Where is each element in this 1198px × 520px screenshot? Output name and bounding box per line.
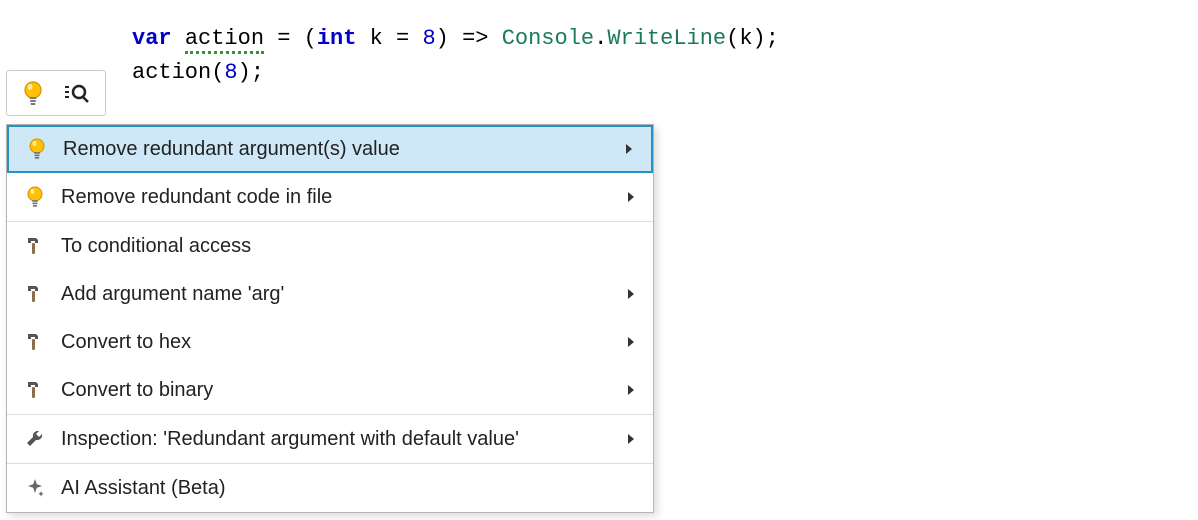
code-dot: . bbox=[594, 26, 607, 51]
menu-item-5[interactable]: Convert to binary bbox=[7, 366, 653, 414]
code-arg: k bbox=[739, 26, 752, 51]
hammer-icon bbox=[15, 283, 55, 305]
hammer-icon bbox=[15, 379, 55, 401]
bulb-yellow-icon bbox=[15, 185, 55, 209]
code-close2: ); bbox=[238, 60, 264, 85]
wrench-icon bbox=[15, 428, 55, 450]
chevron-right-icon bbox=[619, 190, 643, 204]
code-close: ); bbox=[753, 26, 779, 51]
hammer-icon bbox=[15, 235, 55, 257]
menu-item-6[interactable]: Inspection: 'Redundant argument with def… bbox=[7, 415, 653, 463]
literal-8: 8 bbox=[422, 26, 435, 51]
menu-item-7[interactable]: AI Assistant (Beta) bbox=[7, 464, 653, 512]
identifier-action2: action bbox=[132, 60, 211, 85]
find-icon bbox=[62, 81, 90, 105]
menu-item-label: To conditional access bbox=[55, 235, 643, 258]
hammer-icon bbox=[15, 331, 55, 353]
chevron-right-icon bbox=[619, 432, 643, 446]
quick-fix-indicator[interactable] bbox=[6, 70, 106, 116]
code-arrow: ) => bbox=[436, 26, 502, 51]
keyword-var: var bbox=[132, 26, 172, 51]
menu-item-1[interactable]: Remove redundant code in file bbox=[7, 173, 653, 221]
menu-item-label: Inspection: 'Redundant argument with def… bbox=[55, 428, 619, 451]
menu-item-label: Convert to hex bbox=[55, 331, 619, 354]
menu-item-label: AI Assistant (Beta) bbox=[55, 477, 643, 500]
context-menu: Remove redundant argument(s) value Remove… bbox=[6, 124, 654, 513]
menu-item-2[interactable]: To conditional access bbox=[7, 222, 653, 270]
sparkle-icon bbox=[15, 477, 55, 499]
menu-item-4[interactable]: Convert to hex bbox=[7, 318, 653, 366]
type-console: Console bbox=[502, 26, 594, 51]
code-editor[interactable]: var action = (int k = 8) => Console.Writ… bbox=[0, 0, 1198, 90]
menu-item-0[interactable]: Remove redundant argument(s) value bbox=[7, 125, 653, 173]
keyword-int: int bbox=[317, 26, 357, 51]
menu-item-label: Convert to binary bbox=[55, 379, 619, 402]
chevron-right-icon bbox=[619, 383, 643, 397]
chevron-right-icon bbox=[617, 142, 641, 156]
menu-item-label: Add argument name 'arg' bbox=[55, 283, 619, 306]
chevron-right-icon bbox=[619, 335, 643, 349]
code-open2: ( bbox=[211, 60, 224, 85]
bulb-yellow-icon bbox=[17, 137, 57, 161]
identifier-action: action bbox=[185, 26, 264, 54]
menu-item-label: Remove redundant argument(s) value bbox=[57, 138, 617, 161]
method-writeline: WriteLine bbox=[607, 26, 726, 51]
lightbulb-icon bbox=[22, 80, 44, 106]
code-eq: = ( bbox=[264, 26, 317, 51]
literal-8b: 8 bbox=[224, 60, 237, 85]
menu-item-3[interactable]: Add argument name 'arg' bbox=[7, 270, 653, 318]
code-open: ( bbox=[726, 26, 739, 51]
code-k: k = bbox=[356, 26, 422, 51]
chevron-right-icon bbox=[619, 287, 643, 301]
menu-item-label: Remove redundant code in file bbox=[55, 186, 619, 209]
